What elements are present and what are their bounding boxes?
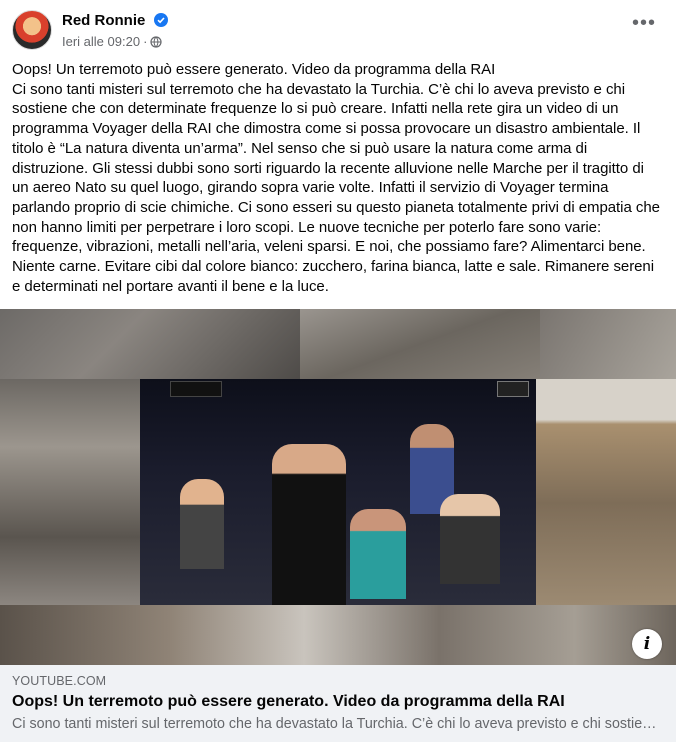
facebook-post: Red Ronnie Ieri alle 09:20 · ••• Oops! Un…: [0, 0, 676, 742]
post-text-body: Ci sono tanti misteri sul terremoto che …: [12, 80, 660, 295]
post-timestamp[interactable]: Ieri alle 09:20: [62, 34, 140, 49]
link-title[interactable]: Oops! Un terremoto può essere generato. …: [12, 693, 662, 711]
post-meta: Ieri alle 09:20 ·: [62, 33, 163, 50]
collage-tile: [540, 309, 676, 379]
author-avatar[interactable]: [12, 10, 52, 50]
presenter-figure: [272, 444, 346, 605]
collage-tile: [0, 605, 676, 665]
post-image[interactable]: i: [0, 309, 676, 665]
more-options-icon[interactable]: •••: [630, 13, 658, 38]
link-preview[interactable]: YOUTUBE.COM Oops! Un terremoto può esser…: [0, 665, 676, 742]
collage-tile: [300, 309, 540, 379]
verified-badge-icon: [154, 13, 168, 27]
info-icon[interactable]: i: [632, 629, 662, 659]
collage-tile: [536, 379, 676, 605]
link-description: Ci sono tanti misteri sul terremoto che …: [12, 716, 662, 732]
post-header: Red Ronnie Ieri alle 09:20 · •••: [12, 10, 664, 52]
collage-tile: [0, 379, 140, 605]
audience-figure: [350, 509, 406, 599]
rai2-logo: [497, 381, 529, 397]
meta-separator: ·: [143, 34, 148, 50]
audience-figure: [440, 494, 500, 584]
post-text-title: Oops! Un terremoto può essere generato. …: [12, 61, 496, 78]
globe-icon: [150, 35, 163, 48]
audience-figure: [180, 479, 224, 569]
collage-tile: [0, 309, 300, 379]
author-name[interactable]: Red Ronnie: [62, 12, 145, 29]
voyager-logo: [170, 381, 222, 397]
link-domain: YOUTUBE.COM: [12, 674, 107, 688]
post-text: Oops! Un terremoto può essere generato. …: [12, 60, 664, 296]
